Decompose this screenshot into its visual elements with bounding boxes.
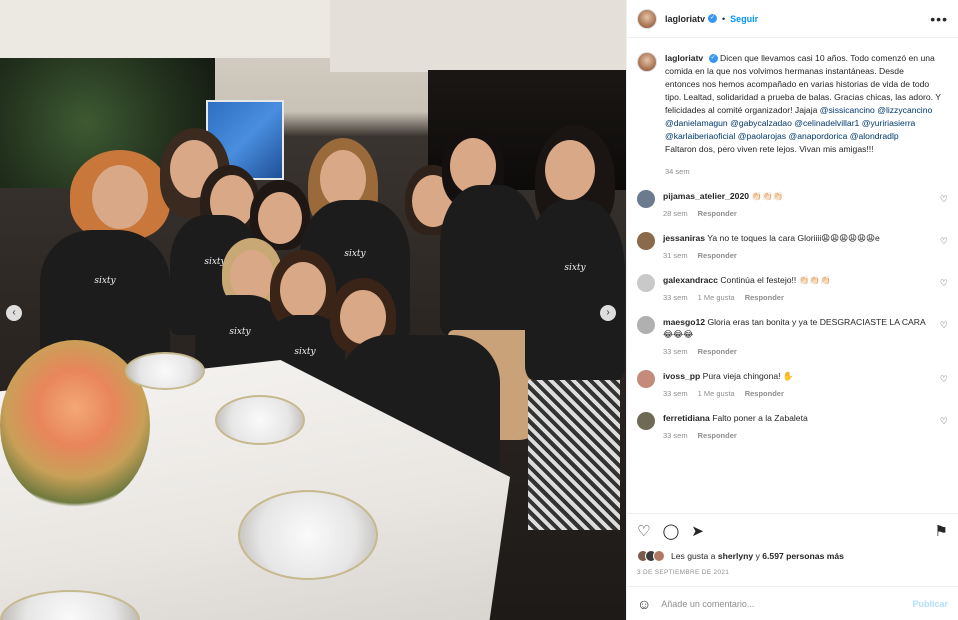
like-comment-heart-icon[interactable]: ♡	[940, 374, 948, 385]
liker-avatars[interactable]	[637, 550, 665, 562]
comment-item: ivoss_pp Pura vieja chingona! ✋ 33 sem 1 …	[637, 370, 948, 400]
emoji-smile-icon[interactable]: ☺	[637, 596, 651, 612]
like-comment-heart-icon[interactable]: ♡	[940, 416, 948, 427]
comment-text: Ya no te toques la cara Gloriiii😩😩😩😩😩😩e	[707, 233, 880, 243]
shirt-print: sixty	[294, 346, 316, 357]
comment-likes[interactable]: 1 Me gusta	[698, 389, 735, 398]
likes-count[interactable]: 6.597 personas más	[762, 551, 844, 561]
next-photo-arrow[interactable]: ›	[600, 305, 616, 321]
person-head	[92, 165, 148, 229]
commenter-avatar[interactable]	[637, 232, 655, 250]
more-options-icon[interactable]: •••	[930, 11, 948, 27]
commenter-avatar[interactable]	[637, 370, 655, 388]
verified-badge-icon: ✓	[708, 14, 718, 23]
comment-time[interactable]: 33 sem	[663, 347, 688, 356]
comment-item: ferretidiana Falto poner a la Zabaleta 3…	[637, 412, 948, 442]
commenter-username[interactable]: ivoss_pp	[663, 371, 700, 381]
commenter-avatar[interactable]	[637, 190, 655, 208]
shirt-print: sixty	[564, 263, 586, 273]
reply-button[interactable]: Responder	[698, 251, 737, 260]
ceiling-beam	[330, 0, 626, 72]
likes-summary: Les gusta a sherlyny y 6.597 personas má…	[627, 547, 958, 565]
comment-text: 👏🏻👏🏻👏🏻	[751, 191, 784, 201]
like-comment-heart-icon[interactable]: ♡	[940, 278, 948, 289]
liker-username[interactable]: sherlyny	[718, 551, 753, 561]
save-bookmark-icon[interactable]: ⚑	[935, 522, 948, 540]
comment-time[interactable]: 33 sem	[663, 293, 688, 302]
separator-dot: •	[722, 13, 726, 24]
plate	[215, 395, 305, 445]
comment-text: Falto poner a la Zabaleta	[712, 413, 808, 423]
person-pants	[528, 380, 620, 530]
comment-time[interactable]: 28 sem	[663, 209, 688, 218]
post-photo[interactable]: sixty sixty sixty sixty sixty sixty ‹ ›	[0, 0, 626, 620]
comments-list[interactable]: lagloriatv ✓ Dicen que llevamos casi 10 …	[627, 38, 958, 513]
post-header: lagloriatv ✓ • Seguir •••	[627, 0, 958, 38]
reply-button[interactable]: Responder	[745, 293, 784, 302]
author-username[interactable]: lagloriatv	[665, 14, 705, 24]
plate	[238, 490, 378, 580]
post-actions: ♡ ◯ ➤ ⚑	[627, 513, 958, 547]
comment-item: pijamas_atelier_2020 👏🏻👏🏻👏🏻 28 sem Respon…	[637, 190, 948, 220]
author-avatar[interactable]	[637, 8, 657, 29]
commenter-avatar[interactable]	[637, 274, 655, 292]
person-shirt: sixty	[525, 200, 625, 380]
person-head	[280, 262, 326, 318]
caption-closing: Faltaron dos, pero viven rete lejos. Viv…	[665, 144, 874, 154]
commenter-username[interactable]: jessaniras	[663, 233, 705, 243]
comment-time[interactable]: 33 sem	[663, 431, 688, 440]
add-comment-bar: ☺ Publicar	[627, 586, 958, 620]
add-comment-input[interactable]	[661, 598, 903, 609]
caption-body: lagloriatv ✓ Dicen que llevamos casi 10 …	[665, 52, 941, 178]
comment-bubble-icon[interactable]: ◯	[662, 522, 679, 540]
like-comment-heart-icon[interactable]: ♡	[940, 194, 948, 205]
person-head	[545, 140, 595, 200]
comment-likes[interactable]: 1 Me gusta	[698, 293, 735, 302]
likes-conjunction: y	[755, 551, 760, 561]
comment-item: maesgo12 Gloria eras tan bonita y ya te …	[637, 316, 948, 358]
shirt-print: sixty	[229, 326, 251, 337]
reply-button[interactable]: Responder	[745, 389, 784, 398]
like-comment-heart-icon[interactable]: ♡	[940, 320, 948, 331]
follow-button[interactable]: Seguir	[730, 14, 758, 24]
reply-button[interactable]: Responder	[698, 209, 737, 218]
share-paper-plane-icon[interactable]: ➤	[691, 522, 704, 540]
person-shirt: sixty	[40, 230, 170, 360]
comment-item: galexandracc Continúa el festejo!! 👏🏻👏🏻👏…	[637, 274, 948, 304]
like-heart-icon[interactable]: ♡	[637, 522, 650, 540]
person-head	[258, 192, 302, 244]
plate	[125, 352, 205, 390]
post-side-panel: lagloriatv ✓ • Seguir ••• lagloriatv ✓ D…	[626, 0, 958, 620]
shirt-print: sixty	[94, 275, 116, 286]
caption-username[interactable]: lagloriatv	[665, 53, 703, 63]
commenter-username[interactable]: maesgo12	[663, 317, 705, 327]
post-date[interactable]: 3 DE SEPTIEMBRE DE 2021	[627, 565, 958, 586]
publish-button[interactable]: Publicar	[912, 599, 948, 609]
comment-time[interactable]: 33 sem	[663, 389, 688, 398]
caption-avatar[interactable]	[637, 52, 657, 72]
caption-time[interactable]: 34 sem	[665, 165, 941, 178]
reply-button[interactable]: Responder	[698, 347, 737, 356]
comment-text: Pura vieja chingona! ✋	[702, 371, 794, 381]
commenter-username[interactable]: ferretidiana	[663, 413, 710, 423]
likes-prefix: Les gusta a	[671, 551, 716, 561]
commenter-username[interactable]: pijamas_atelier_2020	[663, 191, 749, 201]
reply-button[interactable]: Responder	[698, 431, 737, 440]
like-comment-heart-icon[interactable]: ♡	[940, 236, 948, 247]
commenter-username[interactable]: galexandracc	[663, 275, 718, 285]
comment-time[interactable]: 31 sem	[663, 251, 688, 260]
comment-item: jessaniras Ya no te toques la cara Glori…	[637, 232, 948, 262]
comment-text: Continúa el festejo!! 👏🏻👏🏻👏🏻	[720, 275, 831, 285]
prev-photo-arrow[interactable]: ‹	[6, 305, 22, 321]
verified-badge-icon: ✓	[708, 54, 718, 64]
commenter-avatar[interactable]	[637, 412, 655, 430]
post-caption: lagloriatv ✓ Dicen que llevamos casi 10 …	[637, 52, 948, 178]
shirt-print: sixty	[344, 249, 366, 259]
commenter-avatar[interactable]	[637, 316, 655, 334]
